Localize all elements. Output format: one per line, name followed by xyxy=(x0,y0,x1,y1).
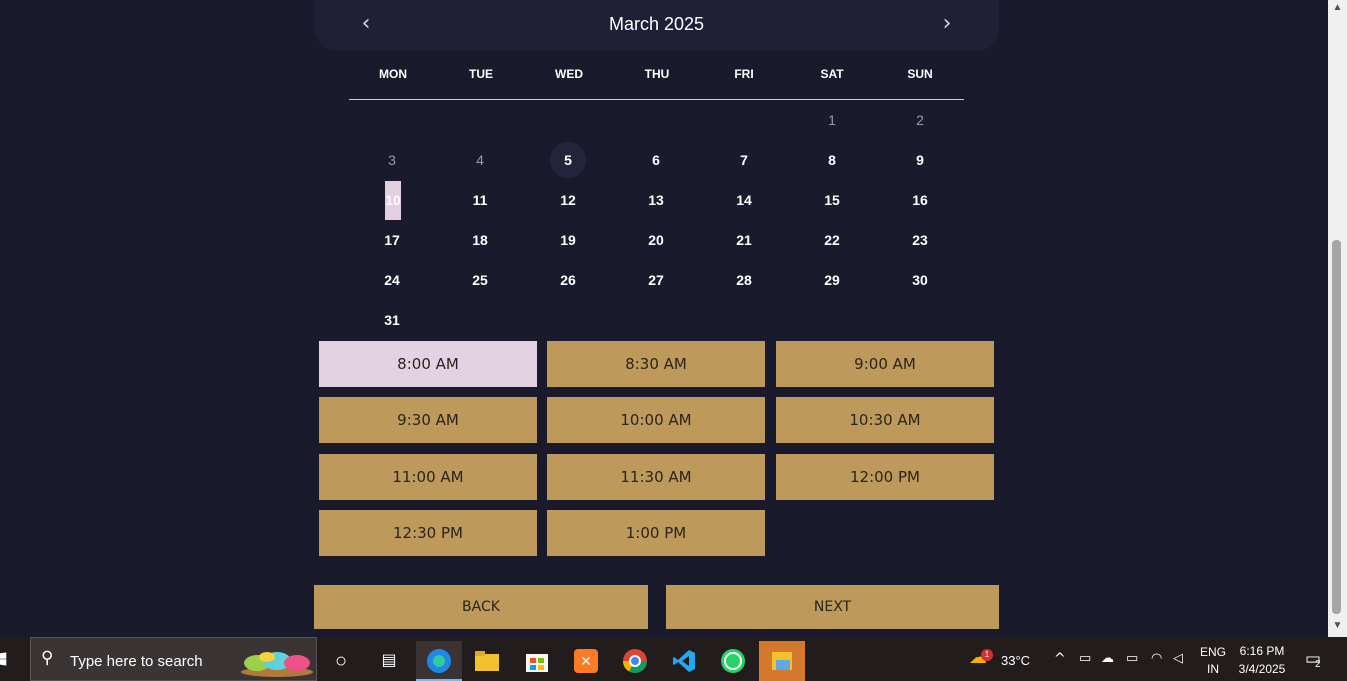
next-button[interactable]: NEXT xyxy=(666,585,999,629)
day-cell-today[interactable]: 5 xyxy=(550,142,586,178)
time-slot-button[interactable]: 9:00 AM xyxy=(776,341,994,387)
scroll-up-icon[interactable]: ▲ xyxy=(1328,0,1347,16)
day-cell[interactable]: 9 xyxy=(900,140,940,180)
day-cell[interactable]: 22 xyxy=(812,220,852,260)
day-cell[interactable]: 17 xyxy=(372,220,412,260)
microsoft-store-icon[interactable] xyxy=(514,641,560,681)
time-slot-button[interactable]: 9:30 AM xyxy=(319,397,537,443)
whatsapp-icon[interactable] xyxy=(710,641,756,681)
weather-temperature: 33°C xyxy=(1001,653,1031,668)
weather-widget[interactable]: ☁ 1 33°C xyxy=(967,637,1037,681)
task-view-icon[interactable]: ▤ xyxy=(366,641,412,681)
notification-center-button[interactable]: ▭ 2 xyxy=(1303,637,1333,681)
day-cell: 1 xyxy=(828,112,836,128)
search-placeholder: Type here to search xyxy=(70,653,203,670)
day-cell[interactable]: 31 xyxy=(372,300,412,340)
meet-now-icon[interactable]: ▭ xyxy=(1079,651,1091,671)
day-cell[interactable]: 6 xyxy=(636,140,676,180)
month-title: March 2025 xyxy=(608,14,705,34)
day-cell[interactable]: 30 xyxy=(900,260,940,300)
weekday-divider xyxy=(349,99,964,100)
day-cell[interactable]: 23 xyxy=(900,220,940,260)
day-cell[interactable]: 11 xyxy=(460,180,500,220)
scrollbar-thumb[interactable] xyxy=(1332,240,1341,614)
day-cell[interactable]: 14 xyxy=(724,180,764,220)
windows-logo-icon xyxy=(0,652,7,666)
day-cell[interactable]: 12 xyxy=(548,180,588,220)
notification-count: 2 xyxy=(1315,659,1321,670)
day-cell: 3 xyxy=(388,152,396,168)
day-cell[interactable]: 27 xyxy=(636,260,676,300)
weekday-label: FRI xyxy=(734,67,754,81)
xampp-icon[interactable]: ✕ xyxy=(563,641,609,681)
time-slot-button[interactable]: 11:30 AM xyxy=(547,454,765,500)
page-scrollbar[interactable]: ▲ ▼ xyxy=(1328,0,1347,637)
time-slot-button[interactable]: 12:30 PM xyxy=(319,510,537,556)
language-code: ENG xyxy=(1199,645,1226,659)
weekday-label: THU xyxy=(644,67,670,81)
weekday-row: MON TUE WED THU FRI SAT SUN xyxy=(349,67,964,87)
clock-date: 3/4/2025 xyxy=(1238,662,1286,676)
battery-icon[interactable]: ▭ xyxy=(1126,651,1138,671)
weekday-label: SAT xyxy=(820,67,844,81)
search-icon: ⚲ xyxy=(41,648,54,668)
day-cell[interactable]: 21 xyxy=(724,220,764,260)
cortana-icon[interactable]: ○ xyxy=(318,641,364,681)
onedrive-icon[interactable]: ☁ xyxy=(1101,651,1114,671)
day-cell[interactable]: 24 xyxy=(372,260,412,300)
start-button[interactable] xyxy=(0,637,16,681)
search-highlight-image xyxy=(241,652,313,677)
weather-badge: 1 xyxy=(981,649,993,661)
weekday-label: WED xyxy=(555,67,583,81)
time-slot-button[interactable]: 8:00 AM xyxy=(319,341,537,387)
clock[interactable]: 6:16 PM 3/4/2025 xyxy=(1234,637,1290,681)
scroll-down-icon[interactable]: ▼ xyxy=(1328,618,1347,634)
clock-time: 6:16 PM xyxy=(1239,644,1285,658)
day-cell[interactable]: 28 xyxy=(724,260,764,300)
volume-icon[interactable]: ◁ xyxy=(1173,651,1183,671)
vscode-icon[interactable] xyxy=(661,641,707,681)
time-slot-button[interactable]: 1:00 PM xyxy=(547,510,765,556)
active-app-icon[interactable] xyxy=(759,641,805,681)
time-slot-button[interactable]: 10:00 AM xyxy=(547,397,765,443)
day-cell-selected[interactable]: 10 xyxy=(385,181,401,220)
wifi-icon[interactable]: ◠ xyxy=(1151,651,1162,671)
time-slot-button[interactable]: 12:00 PM xyxy=(776,454,994,500)
day-cell: 4 xyxy=(476,152,484,168)
day-cell[interactable]: 7 xyxy=(724,140,764,180)
day-cell[interactable]: 29 xyxy=(812,260,852,300)
day-cell[interactable]: 25 xyxy=(460,260,500,300)
weekday-label: TUE xyxy=(469,67,493,81)
time-slot-button[interactable]: 10:30 AM xyxy=(776,397,994,443)
file-explorer-icon[interactable] xyxy=(464,641,510,681)
day-cell[interactable]: 13 xyxy=(636,180,676,220)
day-cell[interactable]: 19 xyxy=(548,220,588,260)
weekday-label: SUN xyxy=(907,67,933,81)
edge-browser-icon[interactable] xyxy=(416,641,462,681)
svg-text:✕: ✕ xyxy=(580,654,592,670)
language-region: IN xyxy=(1207,662,1219,676)
time-slot-button[interactable]: 11:00 AM xyxy=(319,454,537,500)
day-cell[interactable]: 15 xyxy=(812,180,852,220)
windows-taskbar: ⚲ Type here to search ○ ▤ ✕ ☁ 1 33°C ^ ▭… xyxy=(0,637,1347,681)
language-indicator[interactable]: ENG IN xyxy=(1199,637,1227,681)
chrome-icon[interactable] xyxy=(612,641,658,681)
calendar-header: ‹ March 2025 › xyxy=(314,0,999,51)
time-slot-button[interactable]: 8:30 AM xyxy=(547,341,765,387)
day-cell[interactable]: 20 xyxy=(636,220,676,260)
taskbar-search-box[interactable]: ⚲ Type here to search xyxy=(30,637,317,681)
chevron-up-icon[interactable]: ^ xyxy=(1054,651,1066,671)
day-cell[interactable]: 26 xyxy=(548,260,588,300)
day-cell: 2 xyxy=(916,112,924,128)
back-button[interactable]: BACK xyxy=(314,585,648,629)
day-cell[interactable]: 18 xyxy=(460,220,500,260)
day-cell[interactable]: 16 xyxy=(900,180,940,220)
weekday-label: MON xyxy=(379,67,407,81)
day-cell[interactable]: 8 xyxy=(812,140,852,180)
next-month-button[interactable]: › xyxy=(935,12,959,36)
